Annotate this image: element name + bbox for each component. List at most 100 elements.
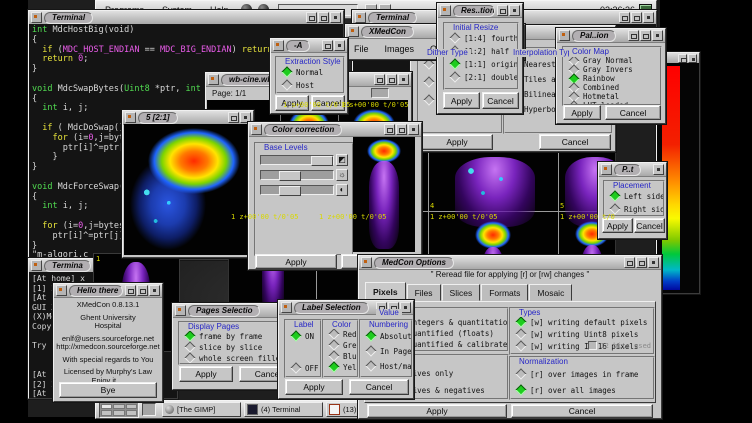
radio-option[interactable]: Host xyxy=(277,80,343,90)
radio-option[interactable]: Left side xyxy=(605,191,663,201)
slider-thumb[interactable] xyxy=(279,186,301,196)
apply-button[interactable]: Apply xyxy=(367,404,507,418)
maximize-button[interactable] xyxy=(137,285,148,296)
titlebar[interactable]: P..t xyxy=(599,163,666,177)
minimize-button[interactable] xyxy=(125,285,136,296)
window-menu-icon[interactable] xyxy=(31,12,42,23)
tab-mosaic[interactable]: Mosaic xyxy=(529,284,572,301)
radio-option[interactable]: Combined xyxy=(564,83,660,92)
window-menu-icon[interactable] xyxy=(601,164,612,175)
cancel-button[interactable]: Cancel xyxy=(482,92,519,109)
pager-cell[interactable] xyxy=(126,404,137,410)
tab-slices[interactable]: Slices xyxy=(442,284,481,301)
tasklist-handle[interactable] xyxy=(142,403,156,416)
bits-checkbox[interactable] xyxy=(588,341,597,350)
titlebar[interactable]: Hello there xyxy=(54,284,162,298)
window-menu-icon[interactable] xyxy=(125,112,136,123)
minimize-button[interactable] xyxy=(624,257,635,268)
close-button[interactable] xyxy=(330,12,341,23)
window-menu-icon[interactable] xyxy=(273,40,284,51)
titlebar[interactable]: Pal..ion xyxy=(557,29,665,43)
window-menu-icon[interactable] xyxy=(348,26,359,37)
maximize-button[interactable] xyxy=(640,30,651,41)
close-button[interactable] xyxy=(688,54,697,63)
workspace-pager[interactable] xyxy=(99,402,139,418)
maximize-button[interactable] xyxy=(631,12,642,23)
window-menu-icon[interactable] xyxy=(56,285,67,296)
radio-option[interactable]: [r] over images in frame xyxy=(511,369,653,379)
radio-option[interactable]: [w] writing default pixels xyxy=(511,317,653,327)
close-button[interactable] xyxy=(334,40,345,51)
titlebar[interactable]: MedCon Options xyxy=(359,256,661,270)
page-indicator[interactable] xyxy=(371,88,389,98)
cancel-button[interactable]: Cancel xyxy=(511,404,653,418)
close-button[interactable] xyxy=(648,257,659,268)
apply-button[interactable]: Apply xyxy=(421,134,493,150)
titlebar[interactable]: Color correction xyxy=(249,123,421,137)
titlebar[interactable]: Res..tion xyxy=(438,4,522,18)
apply-button[interactable]: Apply xyxy=(285,379,343,395)
radio-option[interactable]: Hotmetal xyxy=(564,92,660,101)
maximize-button[interactable] xyxy=(386,74,397,85)
minimize-button[interactable] xyxy=(497,5,508,16)
radio-option[interactable]: Blue xyxy=(324,351,357,361)
window-menu-icon[interactable] xyxy=(251,124,262,135)
radio-option[interactable]: Absolute xyxy=(361,331,411,341)
apply-button[interactable]: Apply xyxy=(563,105,601,120)
minimize-button[interactable] xyxy=(384,124,395,135)
close-button[interactable] xyxy=(643,12,654,23)
radio-option[interactable]: Red xyxy=(324,329,357,339)
minimize-button[interactable] xyxy=(374,74,385,85)
cancel-button[interactable]: Cancel xyxy=(539,134,611,150)
tab-pixels[interactable]: Pixels xyxy=(365,282,406,301)
radio-option[interactable]: [r] over all images xyxy=(511,385,653,395)
titlebar[interactable]: 5 [2:1] xyxy=(123,111,253,125)
window-menu-icon[interactable] xyxy=(208,74,219,85)
radio-option[interactable]: Rainbow xyxy=(564,74,660,83)
radio-option[interactable]: [1:1] original xyxy=(445,59,517,69)
close-button[interactable] xyxy=(653,164,664,175)
window-menu-icon[interactable] xyxy=(361,257,372,268)
cancel-button[interactable]: Cancel xyxy=(634,218,665,233)
cancel-button[interactable]: Cancel xyxy=(349,379,409,395)
window-menu-icon[interactable] xyxy=(355,12,366,23)
cancel-button[interactable]: Cancel xyxy=(605,105,661,120)
minimize-button[interactable] xyxy=(322,40,333,51)
slider-thumb[interactable] xyxy=(311,156,333,166)
maximize-button[interactable] xyxy=(396,124,407,135)
apply-button[interactable]: Apply xyxy=(179,366,233,382)
radio-option[interactable]: Gray Invers xyxy=(564,65,660,74)
radio-option[interactable]: Green xyxy=(324,340,357,350)
pager-cell[interactable] xyxy=(113,410,124,416)
apply-button[interactable]: Apply xyxy=(443,92,480,109)
minimize-button[interactable] xyxy=(678,54,687,63)
window-menu-icon[interactable] xyxy=(281,302,292,313)
radio-option[interactable]: OFF xyxy=(286,363,320,373)
tab-formats[interactable]: Formats xyxy=(481,284,528,301)
maximize-button[interactable] xyxy=(318,12,329,23)
window-menu-icon[interactable] xyxy=(31,260,42,271)
close-button[interactable] xyxy=(398,74,409,85)
radio-option[interactable]: [w] writing Uint8 pixels xyxy=(511,329,653,339)
window-menu-icon[interactable] xyxy=(175,305,186,316)
titlebar[interactable]: -A xyxy=(271,39,347,53)
slider-thumb[interactable] xyxy=(279,171,301,181)
radio-option[interactable]: ON xyxy=(286,331,320,341)
radio-option[interactable]: Gray Normal xyxy=(564,56,660,65)
maximize-button[interactable] xyxy=(636,257,647,268)
brightness-slider[interactable] xyxy=(260,170,334,180)
radio-option[interactable]: In Page xyxy=(361,346,411,356)
minimize-button[interactable] xyxy=(628,30,639,41)
minimize-button[interactable] xyxy=(228,112,239,123)
tab-files[interactable]: Files xyxy=(407,284,441,301)
titlebar[interactable]: Terminal xyxy=(29,11,343,25)
pager-cell[interactable] xyxy=(101,404,112,410)
task-button-terminal[interactable]: (4) Terminal xyxy=(244,402,323,417)
pager-cell[interactable] xyxy=(126,410,137,416)
pager-cell[interactable] xyxy=(113,404,124,410)
pager-cell[interactable] xyxy=(101,410,112,416)
window-menu-icon[interactable] xyxy=(559,30,570,41)
close-button[interactable] xyxy=(652,30,663,41)
window-menu-icon[interactable] xyxy=(440,5,451,16)
minimize-button[interactable] xyxy=(306,12,317,23)
